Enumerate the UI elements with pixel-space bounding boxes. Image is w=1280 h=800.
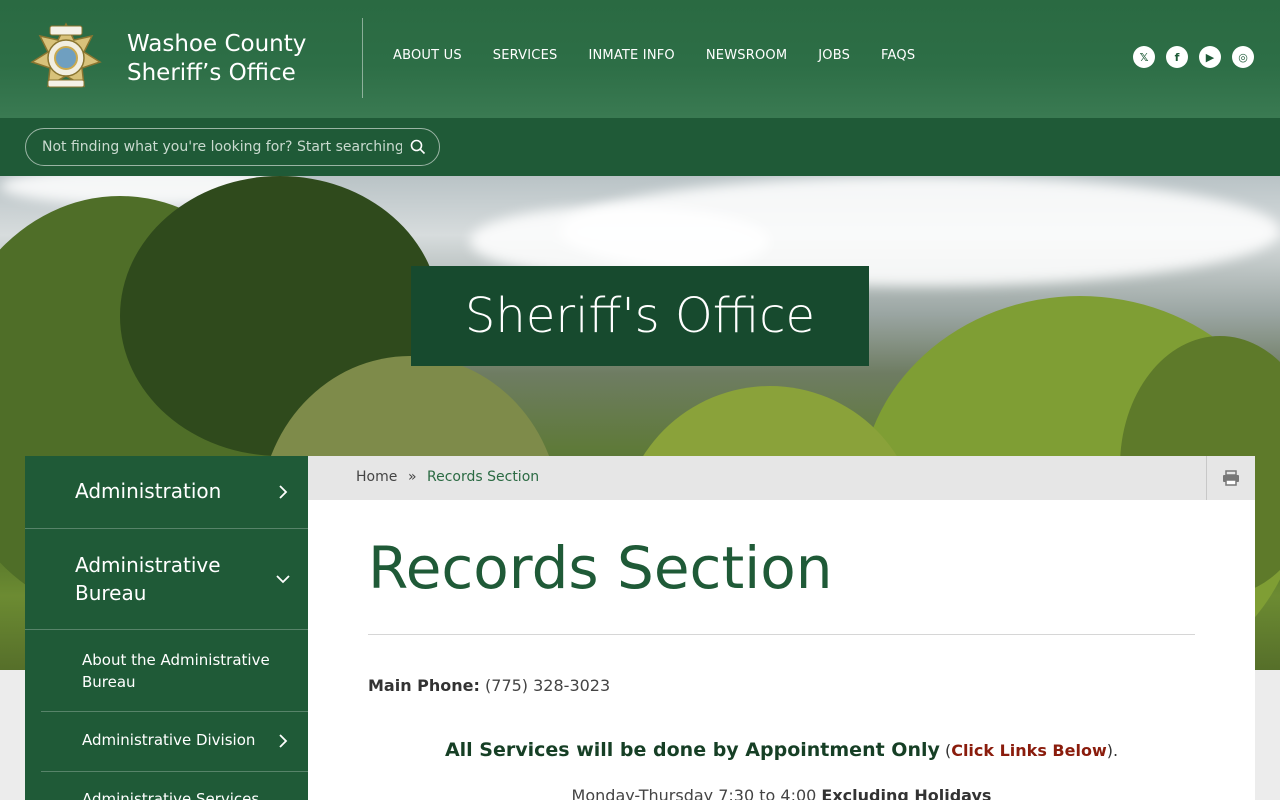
appointment-notice: All Services will be done by Appointment… xyxy=(308,739,1255,761)
sheriff-badge-logo[interactable] xyxy=(30,22,102,92)
print-button[interactable] xyxy=(1206,456,1255,500)
sidebar-subitem-administrative-division[interactable]: Administrative Division xyxy=(25,712,308,771)
appointment-text: All Services will be done by Appointment… xyxy=(444,739,940,761)
chevron-right-icon xyxy=(279,734,288,748)
sidebar-item-label: Administration xyxy=(75,479,222,503)
site-header: Washoe County Sheriff’s Office ABOUT US … xyxy=(0,0,1280,118)
sidebar-item-administrative-bureau[interactable]: Administrative Bureau xyxy=(25,529,308,629)
main-nav: ABOUT US SERVICES INMATE INFO NEWSROOM J… xyxy=(393,48,946,63)
nav-jobs[interactable]: JOBS xyxy=(818,48,850,63)
breadcrumb-separator: » xyxy=(408,469,417,485)
search-box xyxy=(25,128,440,166)
nav-newsroom[interactable]: NEWSROOM xyxy=(706,48,787,63)
main-content: Home » Records Section Records Section M… xyxy=(308,456,1255,800)
appointment-paren-open: ( xyxy=(939,741,952,760)
x-icon[interactable]: 𝕏 xyxy=(1133,46,1155,68)
phone-label: Main Phone: xyxy=(368,676,480,695)
facebook-icon[interactable]: f xyxy=(1166,46,1188,68)
breadcrumb-home-link[interactable]: Home xyxy=(356,469,397,485)
sidebar-subitem-administrative-services[interactable]: Administrative Services xyxy=(25,772,308,800)
sidebar-subitem-about-bureau[interactable]: About the Administrative Bureau xyxy=(25,630,308,711)
sidebar-subitem-label: About the Administrative Bureau xyxy=(82,651,270,691)
search-input[interactable] xyxy=(42,139,402,155)
instagram-icon[interactable]: ◎ xyxy=(1232,46,1254,68)
site-brand[interactable]: Washoe County Sheriff’s Office xyxy=(127,30,306,88)
nav-inmate-info[interactable]: INMATE INFO xyxy=(588,48,674,63)
chevron-right-icon xyxy=(279,485,288,499)
sidebar-subitem-label: Administrative Services xyxy=(82,790,260,800)
brand-line-1: Washoe County xyxy=(127,31,307,57)
sidebar-subitem-label: Administrative Division xyxy=(82,731,256,749)
brand-divider xyxy=(362,18,363,98)
sidebar-item-administration[interactable]: Administration xyxy=(25,456,308,528)
printer-icon xyxy=(1223,470,1239,486)
hours-exclusion: Excluding Holidays xyxy=(821,786,992,800)
youtube-icon[interactable]: ▶ xyxy=(1199,46,1221,68)
hours-text: Monday-Thursday 7:30 to 4:00 xyxy=(571,786,817,800)
title-divider xyxy=(368,634,1195,635)
brand-line-2: Sheriff’s Office xyxy=(127,60,296,86)
nav-services[interactable]: SERVICES xyxy=(493,48,558,63)
search-bar xyxy=(0,118,1280,176)
page-title: Records Section xyxy=(368,534,833,602)
search-icon[interactable] xyxy=(409,138,427,156)
breadcrumb: Home » Records Section xyxy=(308,456,1255,500)
section-sidebar: Administration Administrative Bureau Abo… xyxy=(25,456,308,800)
chevron-down-icon xyxy=(276,575,290,584)
office-hours: Monday-Thursday 7:30 to 4:00 Excluding H… xyxy=(308,786,1255,800)
phone-value: (775) 328-3023 xyxy=(485,676,611,695)
breadcrumb-current: Records Section xyxy=(427,469,540,485)
appointment-paren-close: ). xyxy=(1106,741,1119,760)
click-links-below-link[interactable]: Click Links Below xyxy=(951,741,1107,760)
nav-about-us[interactable]: ABOUT US xyxy=(393,48,462,63)
main-phone: Main Phone: (775) 328-3023 xyxy=(368,676,610,695)
nav-faqs[interactable]: FAQS xyxy=(881,48,915,63)
sidebar-item-label: Administrative Bureau xyxy=(75,553,221,605)
social-links: 𝕏 f ▶ ◎ xyxy=(1133,46,1254,68)
hero-title: Sheriff's Office xyxy=(411,266,869,366)
